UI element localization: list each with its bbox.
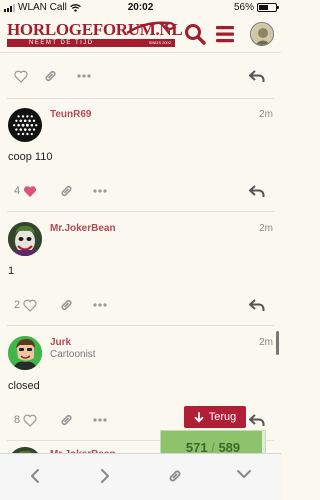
- forum-header: HORLOGEFORUM.NL NEEMT DE TIJD SINDS 2002: [0, 16, 281, 53]
- logo-since: SINDS 2002: [148, 40, 171, 45]
- terug-button[interactable]: Terug: [184, 406, 246, 428]
- hamburger-menu-icon[interactable]: [215, 23, 235, 45]
- post-body: coop 110: [8, 151, 53, 163]
- like-button[interactable]: [14, 67, 28, 85]
- post-username[interactable]: Jurk: [50, 337, 71, 348]
- like-count: 2: [14, 299, 21, 311]
- logo-tagline: NEEMT DE TIJD: [29, 40, 94, 46]
- more-options-icon[interactable]: [93, 296, 107, 314]
- avatar-image: [13, 115, 38, 136]
- post-divider: [7, 98, 274, 99]
- post-username[interactable]: Mr.JokerBean: [50, 223, 116, 234]
- avatar-image: [8, 336, 42, 370]
- like-count: 4: [14, 185, 21, 197]
- link-icon[interactable]: [43, 67, 58, 85]
- link-icon[interactable]: [167, 468, 183, 484]
- arrow-down-icon: [194, 411, 204, 423]
- avatar[interactable]: [8, 222, 42, 256]
- search-icon[interactable]: [184, 23, 206, 45]
- post-body: 1: [8, 265, 15, 277]
- link-icon[interactable]: [59, 411, 74, 429]
- status-right: 56%: [233, 2, 279, 13]
- link-icon[interactable]: [59, 182, 74, 200]
- reply-icon[interactable]: [249, 296, 265, 314]
- terug-label: Terug: [208, 411, 237, 423]
- post-time[interactable]: 2m: [259, 223, 273, 234]
- status-bar: WLAN Call 20:02 56%: [0, 0, 281, 16]
- battery-icon: [257, 3, 279, 12]
- post-actions: [0, 67, 281, 85]
- heart-filled-icon: [24, 185, 37, 197]
- heart-outline-icon: [23, 414, 37, 427]
- post-body: closed: [8, 380, 40, 392]
- post-user-title: Cartoonist: [50, 349, 96, 360]
- battery-percent: 56%: [233, 2, 254, 13]
- chevron-down-icon[interactable]: [236, 468, 252, 480]
- user-avatar-image: [252, 24, 273, 45]
- post-username[interactable]: TeunR69: [50, 109, 92, 120]
- post-divider: [7, 211, 274, 212]
- heart-outline-icon: [23, 299, 37, 312]
- reply-icon[interactable]: [249, 67, 265, 85]
- link-icon[interactable]: [59, 296, 74, 314]
- logo-swoosh-icon: [126, 21, 177, 35]
- browser-toolbar: [0, 453, 281, 500]
- like-button[interactable]: 4: [14, 182, 37, 200]
- like-count: 8: [14, 414, 21, 426]
- reply-icon[interactable]: [249, 182, 265, 200]
- post-stream: TeunR69 2m coop 110 4 Mr.JokerBean 2m 1 …: [0, 53, 281, 481]
- more-options-icon[interactable]: [77, 67, 91, 85]
- post-time[interactable]: 2m: [259, 109, 273, 120]
- like-button[interactable]: 2: [14, 296, 37, 314]
- more-options-icon[interactable]: [93, 182, 107, 200]
- more-options-icon[interactable]: [93, 411, 107, 429]
- post-actions: 2: [0, 296, 281, 314]
- reply-icon[interactable]: [249, 411, 265, 429]
- site-logo[interactable]: HORLOGEFORUM.NL NEEMT DE TIJD SINDS 2002: [7, 21, 183, 49]
- post-time[interactable]: 2m: [259, 337, 273, 348]
- forward-icon[interactable]: [99, 468, 111, 484]
- avatar-image: [8, 222, 42, 256]
- avatar[interactable]: [8, 108, 42, 142]
- back-icon[interactable]: [29, 468, 41, 484]
- avatar[interactable]: [8, 336, 42, 370]
- post-divider: [7, 325, 274, 326]
- like-button[interactable]: 8: [14, 411, 37, 429]
- heart-outline-icon: [14, 70, 28, 83]
- user-avatar[interactable]: [250, 22, 274, 46]
- scroll-indicator[interactable]: [276, 331, 279, 355]
- post-actions: 4: [0, 182, 281, 200]
